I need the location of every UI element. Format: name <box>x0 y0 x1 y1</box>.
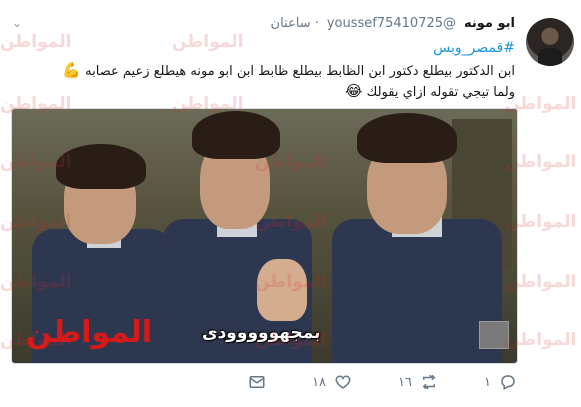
reply-count: ١ <box>484 374 491 390</box>
video-subtitle: بمجهووووودى <box>202 323 321 343</box>
watermark: المواطن <box>172 32 244 52</box>
like-count: ١٨ <box>312 374 327 390</box>
user-name[interactable]: ابو مونه <box>464 16 515 31</box>
logo-text: المواطن <box>26 315 153 350</box>
tweet-text: ابن الدكتور بيطلع دكتور ابن الظابط بيطلع… <box>85 64 515 79</box>
raised-hand <box>257 259 307 321</box>
hashtag-link[interactable]: #قمصر_وبس <box>433 40 515 56</box>
like-button[interactable]: ١٨ <box>312 373 352 391</box>
avatar[interactable] <box>526 18 574 66</box>
tweet-actions: ١٨ ١٦ ١ <box>248 373 517 391</box>
retweet-count: ١٦ <box>398 374 413 390</box>
dm-button[interactable] <box>248 373 266 391</box>
tweet-header: ابو مونه @youssef75410725 · ساعتان <box>271 16 515 31</box>
retweet-button[interactable]: ١٦ <box>398 373 438 391</box>
watermark: المواطن <box>0 32 72 52</box>
chevron-down-icon[interactable]: ⌄ <box>12 16 22 30</box>
flexed-biceps-emoji: 💪 <box>62 61 82 79</box>
almowaten-logo: المواطن <box>18 313 160 352</box>
timestamp[interactable]: · ساعتان <box>271 16 319 31</box>
user-handle[interactable]: @youssef75410725 <box>327 16 456 31</box>
retweet-icon <box>422 374 436 390</box>
tweet-text: ولما تيجي تقوله ازاي يقولك <box>366 85 515 100</box>
envelope-icon <box>249 376 265 388</box>
reply-button[interactable]: ١ <box>484 373 517 391</box>
tweet-media-image[interactable]: بمجهووووودى المواطن <box>11 108 518 364</box>
tweet-card[interactable]: ابو مونه @youssef75410725 · ساعتان ⌄ #قم… <box>0 0 581 407</box>
corner-thumbnail <box>479 321 509 349</box>
tweet-text-line-1: ابن الدكتور بيطلع دكتور ابن الظابط بيطلع… <box>62 61 515 79</box>
laughing-emoji: 😂 <box>344 82 363 100</box>
heart-icon <box>335 375 351 389</box>
reply-icon <box>501 375 515 391</box>
tweet-text-line-2: ولما تيجي تقوله ازاي يقولك 😂 <box>345 82 515 100</box>
